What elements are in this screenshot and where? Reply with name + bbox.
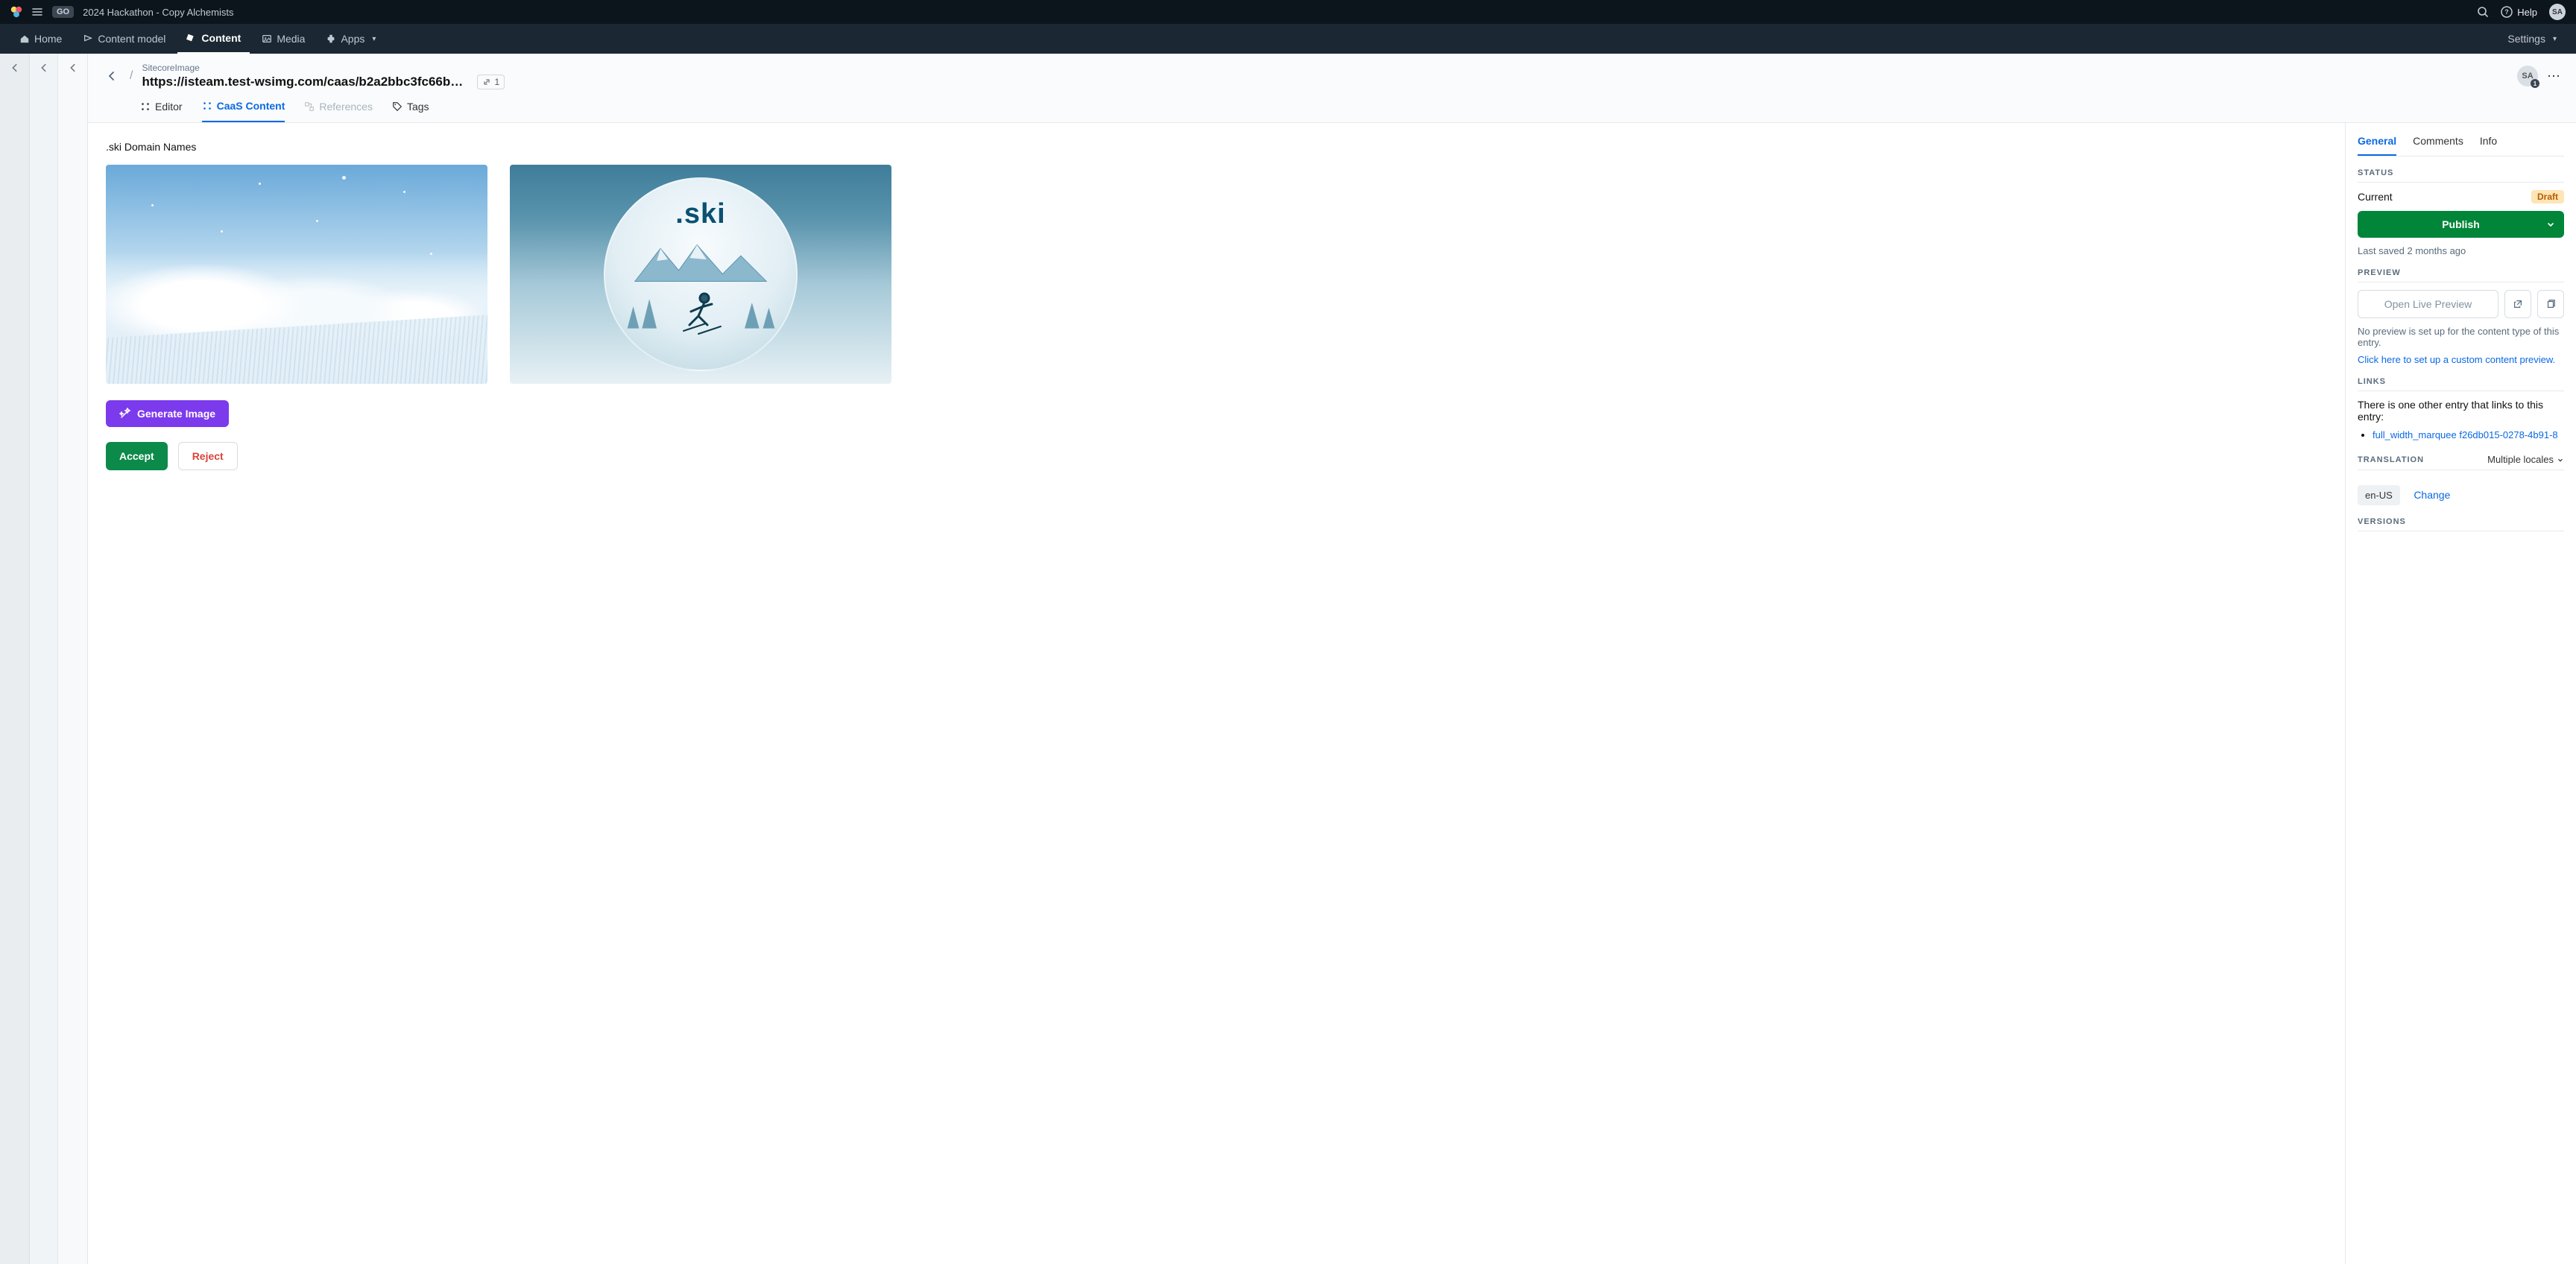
nav-media-label: Media — [277, 33, 305, 45]
multiple-locales-label: Multiple locales — [2487, 454, 2554, 465]
tab-editor-label: Editor — [155, 101, 183, 113]
tab-references-label: References — [319, 101, 373, 113]
nav-content[interactable]: Content — [177, 24, 250, 54]
back-icon[interactable] — [39, 63, 49, 1264]
ski-logo-text: .ski — [605, 198, 796, 230]
svg-text:?: ? — [2505, 8, 2510, 16]
tab-tags[interactable]: Tags — [392, 100, 429, 122]
tab-references[interactable]: References — [304, 100, 373, 122]
generate-image-button[interactable]: Generate Image — [106, 400, 229, 427]
org-badge[interactable]: GO — [52, 6, 74, 18]
entry-title: https://isteam.test-wsimg.com/caas/b2a2b… — [142, 75, 470, 89]
publish-button[interactable]: Publish — [2358, 211, 2564, 238]
publish-label: Publish — [2442, 218, 2480, 230]
side-tab-general[interactable]: General — [2358, 135, 2396, 156]
avatar[interactable]: SA — [2549, 4, 2566, 20]
app-logo[interactable] — [10, 6, 22, 18]
last-saved: Last saved 2 months ago — [2358, 245, 2564, 256]
versions-heading: VERSIONS — [2358, 517, 2564, 531]
tab-caas-label: CaaS Content — [217, 100, 285, 112]
links-heading: LINKS — [2358, 377, 2564, 391]
nav-settings[interactable]: Settings — [2498, 24, 2566, 54]
nav-apps[interactable]: Apps — [317, 24, 385, 54]
tab-editor[interactable]: Editor — [140, 100, 183, 122]
links-intro: There is one other entry that links to t… — [2358, 399, 2564, 423]
nav-home[interactable]: Home — [10, 24, 71, 54]
magic-wand-icon — [119, 408, 131, 420]
workspace-name[interactable]: 2024 Hackathon - Copy Alchemists — [83, 7, 233, 18]
copy-preview-icon[interactable] — [2537, 290, 2564, 318]
back-button[interactable] — [103, 67, 121, 85]
nav-media[interactable]: Media — [253, 24, 314, 54]
generated-image-1 — [106, 165, 487, 384]
presence-avatar[interactable]: SA 1 — [2517, 66, 2538, 86]
nav-content-model-label: Content model — [98, 33, 165, 45]
nav-apps-label: Apps — [341, 33, 364, 45]
tab-tags-label: Tags — [407, 101, 429, 113]
multiple-locales-dropdown[interactable]: Multiple locales — [2487, 454, 2564, 465]
no-preview-text: No preview is set up for the content typ… — [2358, 326, 2564, 348]
generate-label: Generate Image — [137, 408, 215, 420]
status-heading: STATUS — [2358, 168, 2564, 183]
more-actions-button[interactable]: ⋯ — [2547, 69, 2561, 84]
side-tab-info[interactable]: Info — [2480, 135, 2497, 156]
locale-chip: en-US — [2358, 485, 2400, 505]
tab-caas-content[interactable]: CaaS Content — [202, 100, 285, 122]
presence-count-badge: 1 — [2531, 79, 2539, 88]
reject-button[interactable]: Reject — [178, 442, 238, 470]
current-label: Current — [2358, 191, 2393, 203]
link-count: 1 — [494, 77, 499, 87]
setup-preview-link[interactable]: Click here to set up a custom content pr… — [2358, 354, 2564, 365]
open-live-preview-button[interactable]: Open Live Preview — [2358, 290, 2498, 318]
menu-icon[interactable] — [31, 6, 43, 18]
content-type-label: SitecoreImage — [142, 63, 2508, 73]
incoming-link-item: full_width_marquee f26db015-0278-4b91-8 — [2373, 429, 2564, 442]
avatar-initials: SA — [2522, 72, 2533, 80]
preview-heading: PREVIEW — [2358, 268, 2564, 282]
nav-content-label: Content — [201, 32, 241, 44]
help-link[interactable]: ? Help — [2501, 6, 2537, 18]
translation-heading: TRANSLATION — [2358, 455, 2424, 464]
accept-button[interactable]: Accept — [106, 442, 168, 470]
back-icon[interactable] — [68, 63, 78, 1264]
status-badge: Draft — [2531, 190, 2564, 203]
field-label: .ski Domain Names — [106, 141, 2330, 153]
side-tab-comments[interactable]: Comments — [2413, 135, 2463, 156]
nav-settings-label: Settings — [2507, 33, 2545, 45]
help-label: Help — [2517, 7, 2537, 18]
chevron-down-icon — [2546, 220, 2555, 229]
back-icon[interactable] — [10, 63, 20, 1264]
nav-content-model[interactable]: Content model — [74, 24, 174, 54]
incoming-link[interactable]: full_width_marquee f26db015-0278-4b91-8 — [2373, 429, 2558, 440]
nav-home-label: Home — [34, 33, 62, 45]
open-preview-external-icon[interactable] — [2504, 290, 2531, 318]
generated-image-2: .ski — [510, 165, 891, 384]
change-locale-link[interactable]: Change — [2414, 489, 2450, 501]
search-icon[interactable] — [2477, 6, 2489, 18]
incoming-links-badge[interactable]: 1 — [477, 75, 505, 89]
